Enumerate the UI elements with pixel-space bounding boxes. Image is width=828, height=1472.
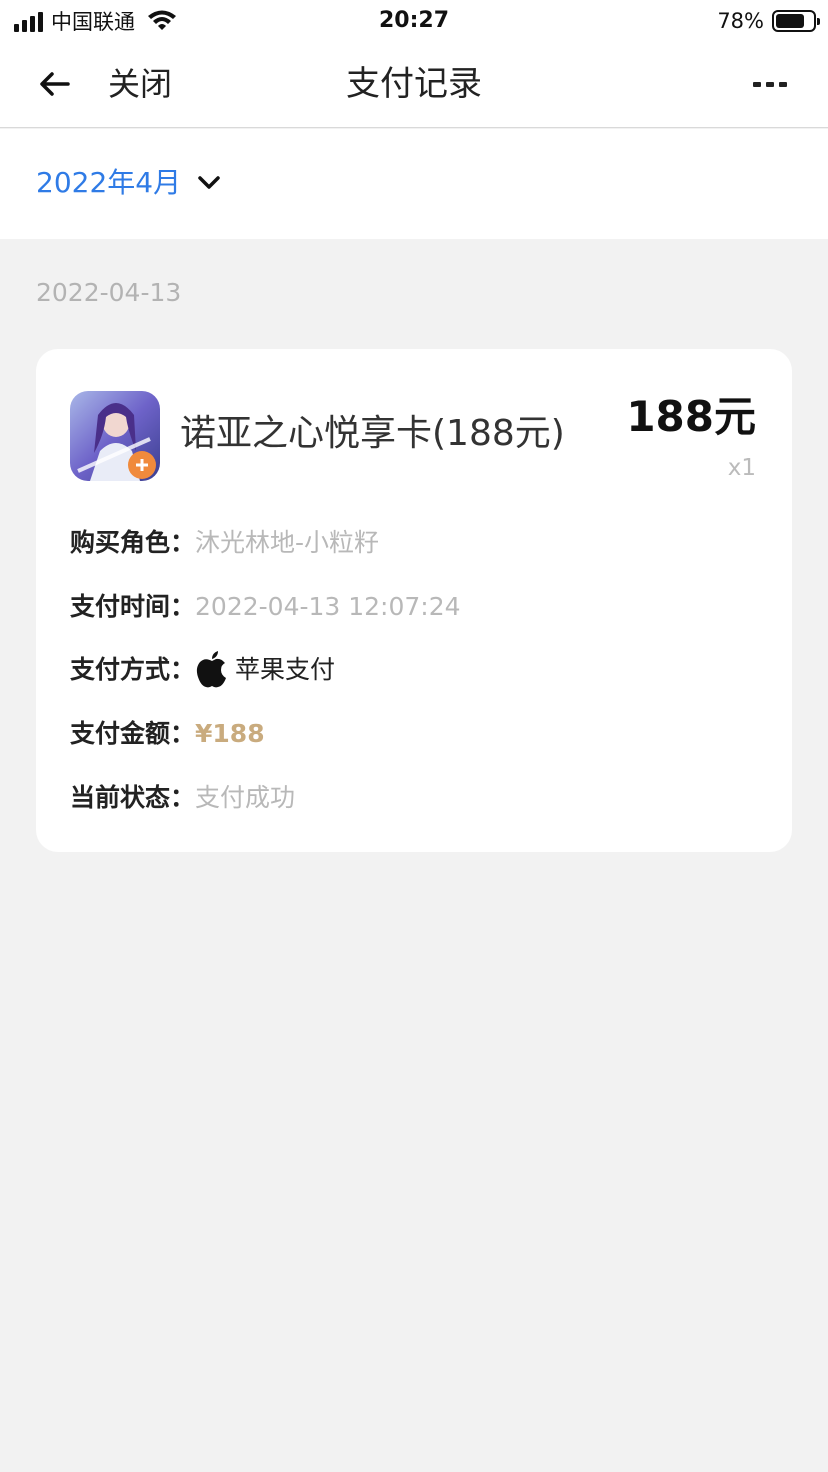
time-value: 2022-04-13 12:07:24 (195, 592, 461, 621)
date-heading: 2022-04-13 (36, 278, 182, 307)
detail-row-amount: 支付金额： ¥188 (70, 714, 265, 754)
month-label: 2022年4月 (36, 166, 182, 199)
method-label: 支付方式： (70, 655, 196, 684)
month-selector[interactable]: 2022年4月 (36, 163, 221, 203)
status-label: 当前状态： (70, 783, 196, 812)
more-icon[interactable] (748, 68, 792, 100)
product-name: 诺亚之心悦享卡(188元) (180, 413, 565, 454)
back-arrow-icon (40, 72, 70, 96)
apple-icon (196, 651, 227, 688)
product-quantity: x1 (727, 455, 756, 481)
chevron-down-icon (198, 176, 220, 189)
product-price: 188元 (626, 392, 756, 441)
detail-row-status: 当前状态： 支付成功 (70, 778, 295, 818)
status-value: 支付成功 (195, 783, 296, 812)
method-value-wrap: 苹果支付 (195, 650, 335, 690)
detail-row-time: 支付时间： 2022-04-13 12:07:24 (70, 587, 461, 627)
payment-record-card[interactable]: 诺亚之心悦享卡(188元) 188元 x1 购买角色： 沐光林地-小粒籽 支付时… (36, 349, 792, 852)
time-label: 支付时间： (70, 592, 196, 621)
nav-bar: 关闭 支付记录 (0, 40, 828, 128)
battery-fill (776, 14, 805, 28)
detail-row-method: 支付方式： 苹果支付 (70, 650, 335, 690)
battery-percent: 78% (717, 9, 764, 33)
status-bar: 中国联通 20:27 78% (0, 0, 828, 40)
close-button[interactable]: 关闭 (108, 62, 172, 106)
amount-value: ¥188 (195, 719, 265, 748)
month-filter-bar: 2022年4月 (0, 129, 828, 239)
status-time: 20:27 (378, 8, 450, 33)
role-label: 购买角色： (70, 528, 196, 557)
battery-icon (772, 10, 820, 32)
back-button[interactable] (34, 64, 74, 104)
screen: 中国联通 20:27 78% 关闭 支付记录 2022年4月 2022-04-1… (0, 0, 828, 1472)
method-value: 苹果支付 (235, 655, 336, 684)
amount-label: 支付金额： (70, 719, 196, 748)
detail-row-role: 购买角色： 沐光林地-小粒籽 (70, 523, 379, 563)
game-app-icon (70, 391, 160, 481)
role-value: 沐光林地-小粒籽 (195, 528, 380, 557)
status-right: 78% (717, 6, 820, 36)
